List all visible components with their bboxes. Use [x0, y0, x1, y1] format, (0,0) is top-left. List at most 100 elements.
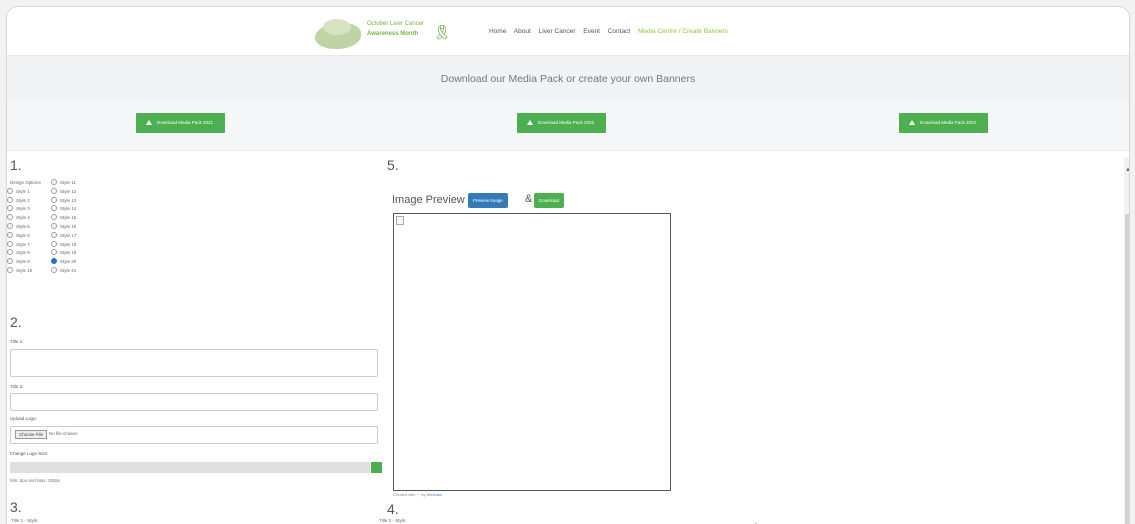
button-label: Download Media Pack 2022: [538, 120, 595, 125]
style-label: Style 5: [16, 223, 30, 229]
style-label: Style 13: [60, 197, 77, 203]
style-option-row: Style 7 Style 18: [7, 240, 76, 250]
heart-icon: ♡: [416, 492, 421, 497]
radio-icon: [7, 240, 13, 247]
style-option-7[interactable]: Style 7: [7, 240, 30, 247]
style-option-16[interactable]: Style 16: [51, 222, 77, 232]
site-logo[interactable]: October Liver Cancer Awareness Month 🎗: [315, 17, 455, 51]
section-5-number: 5.: [387, 157, 399, 173]
radio-icon: [51, 258, 57, 265]
style-option-20[interactable]: Style 20: [51, 258, 76, 267]
button-label: Download Media Pack 2021: [157, 120, 214, 125]
style-option-17[interactable]: Style 17: [51, 231, 77, 241]
credit-by: by: [421, 492, 426, 497]
select-arrow-icon[interactable]: ⌄: [754, 520, 758, 524]
style-label: Style 12: [60, 188, 77, 194]
style-option-11[interactable]: Style 11: [51, 179, 76, 188]
liver-highlight-icon: [323, 19, 351, 35]
title1-textarea[interactable]: [10, 349, 378, 377]
style-option-1[interactable]: Style 1: [7, 187, 30, 194]
browser-frame: October Liver Cancer Awareness Month 🎗 H…: [6, 6, 1130, 524]
nav-media-centre[interactable]: Media Centre / Create Banners: [638, 28, 728, 35]
style-label: Style 17: [60, 232, 77, 238]
broken-image-icon: [396, 216, 404, 225]
style-label: Style 6: [16, 232, 30, 238]
style-option-row: Style 5 Style 16: [7, 222, 76, 232]
ampersand: &: [525, 193, 533, 205]
style-label: Style 14: [60, 206, 77, 212]
nav-about[interactable]: About: [514, 28, 531, 35]
radio-icon: [51, 205, 57, 212]
nav-event[interactable]: Event: [583, 28, 600, 35]
design-options-label: Design Options: [10, 180, 41, 185]
radio-icon: [7, 266, 13, 273]
style-option-12[interactable]: Style 12: [51, 187, 77, 197]
download-media-pack-2021-button[interactable]: Download Media Pack 2021: [136, 113, 226, 133]
style-option-row: Style 4 Style 15: [7, 214, 76, 223]
page-title: Download our Media Pack or create your o…: [7, 56, 1129, 103]
download-icon: [146, 120, 152, 125]
style-option-row: Style 2 Style 13: [7, 196, 76, 206]
style-option-14[interactable]: Style 14: [51, 205, 76, 214]
title2-label: Title 2:: [10, 384, 24, 389]
no-file-text: No file chosen: [49, 431, 78, 436]
style-label: Style 4: [16, 215, 30, 221]
nav-home[interactable]: Home: [489, 28, 506, 35]
design-options: Design Options Style 11 Style 1 Style 12 S…: [7, 179, 76, 276]
nav-contact[interactable]: Contact: [608, 28, 630, 35]
radio-icon: [51, 266, 57, 273]
radio-icon: [51, 222, 57, 229]
style-option-5[interactable]: Style 5: [7, 222, 30, 229]
choose-file-button[interactable]: Choose File: [15, 430, 48, 439]
style-option-13[interactable]: Style 13: [51, 196, 77, 206]
style-option-18[interactable]: Style 18: [51, 240, 77, 250]
style-label: Style 7: [16, 241, 30, 247]
scrollbar-thumb[interactable]: [1125, 214, 1129, 524]
style-option-row: Style 6 Style 17: [7, 231, 76, 241]
top-navbar: October Liver Cancer Awareness Month 🎗 H…: [7, 7, 1129, 56]
section-4-number: 4.: [387, 501, 399, 517]
style-option-8[interactable]: Style 8: [7, 249, 30, 256]
download-button[interactable]: Download: [534, 193, 565, 208]
style-option-21[interactable]: Style 21: [51, 266, 76, 276]
preview-image-button[interactable]: Preview Image: [468, 193, 508, 208]
style-option-9[interactable]: Style 9: [7, 258, 30, 265]
download-icon: [909, 120, 915, 125]
style-option-10[interactable]: Style 10: [7, 266, 32, 273]
credit-link[interactable]: Webcam: [427, 492, 443, 497]
style-label: Style 3: [16, 206, 30, 212]
logo-line1: October Liver Cancer: [367, 21, 425, 27]
title2-input[interactable]: [10, 393, 378, 411]
download-media-pack-2023-button[interactable]: Download Media Pack 2023: [899, 113, 989, 133]
title1-label: Title 1:: [10, 339, 24, 344]
style-option-3[interactable]: Style 3: [7, 205, 30, 212]
style-label: Style 16: [60, 223, 77, 229]
section-2-number: 2.: [10, 314, 22, 330]
style-option-2[interactable]: Style 2: [7, 196, 30, 203]
radio-icon: [7, 205, 13, 212]
radio-icon: [7, 196, 13, 203]
style-option-19[interactable]: Style 19: [51, 249, 76, 258]
radio-icon: [51, 240, 57, 247]
logo-size-slider-thumb[interactable]: [371, 462, 382, 473]
radio-icon: [51, 231, 57, 238]
style-option-6[interactable]: Style 6: [7, 231, 30, 238]
radio-icon: [7, 258, 13, 265]
radio-icon: [7, 214, 13, 221]
nav-liver-cancer[interactable]: Liver Cancer: [539, 28, 576, 35]
style-label: Style 18: [60, 241, 77, 247]
style-option-4[interactable]: Style 4: [7, 214, 30, 221]
style-label: Style 2: [16, 197, 30, 203]
logo-size-slider[interactable]: [10, 462, 370, 473]
style-label: Style 19: [60, 250, 77, 256]
radio-icon: [51, 214, 57, 221]
scroll-up-icon[interactable]: ▲: [1125, 167, 1129, 173]
design-options-row: Design Options Style 11: [7, 179, 76, 188]
logo-file-input[interactable]: Choose File No file chosen: [10, 426, 378, 444]
style-option-15[interactable]: Style 15: [51, 214, 76, 223]
preview-credit: Created with ♡ by Webcam: [393, 492, 442, 497]
radio-icon: [51, 196, 57, 203]
style-option-row: Style 9 Style 20: [7, 258, 76, 267]
style-option-row: Style 10 Style 21: [7, 266, 76, 276]
download-media-pack-2022-button[interactable]: Download Media Pack 2022: [517, 113, 607, 133]
